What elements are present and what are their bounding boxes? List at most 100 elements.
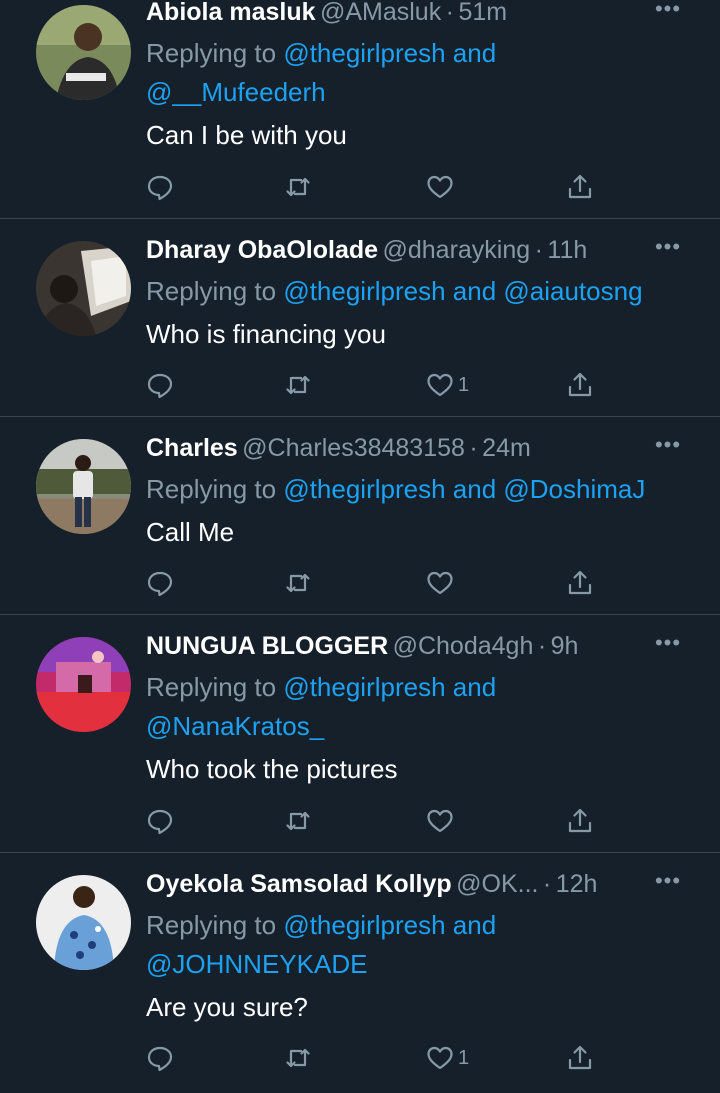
more-icon[interactable]: ••• [654,630,682,658]
retweet-button[interactable] [284,1043,312,1073]
more-icon[interactable]: ••• [654,234,682,262]
like-button[interactable] [426,806,458,836]
tweet[interactable]: Charles @Charles38483158 · 24m ••• Reply… [0,417,720,615]
replying-prefix: Replying to [146,474,284,504]
retweet-button[interactable] [284,172,312,202]
mention-link[interactable]: @thegirlpresh and [283,910,496,940]
reply-button[interactable] [146,806,174,836]
display-name[interactable]: NUNGUA BLOGGER [146,632,388,660]
mention-link[interactable]: @thegirlpresh and @DoshimaJ [283,474,645,504]
display-name[interactable]: Dharay ObaOlolade [146,236,378,264]
timestamp[interactable]: 9h [551,632,579,660]
separator-dot: · [537,632,547,660]
tweet-body: Oyekola Samsolad Kollyp @OK... · 12h •••… [146,868,690,1026]
share-button[interactable] [566,172,594,202]
display-name[interactable]: Charles [146,434,238,462]
tweet-header: Charles @Charles38483158 · 24m ••• [146,432,690,470]
more-icon[interactable]: ••• [654,0,682,24]
user-handle[interactable]: @Charles38483158 [242,434,465,462]
retweet-icon [286,573,310,593]
reply-icon [147,571,173,597]
replying-to: Replying to @thegirlpresh and @DoshimaJ [146,470,690,509]
reply-button[interactable] [146,172,174,202]
mention-link[interactable]: @JOHNNEYKADE [146,945,690,984]
user-handle[interactable]: @AMasluk [320,0,441,26]
tweet-header: Abiola masluk @AMasluk · 51m ••• [146,0,690,34]
heart-icon [427,809,453,833]
reply-button[interactable] [146,1043,174,1073]
mention-link[interactable]: @__Mufeederh [146,73,690,112]
like-button[interactable]: 1 [426,1043,469,1073]
tweet-header: Oyekola Samsolad Kollyp @OK... · 12h ••• [146,868,690,906]
mention-link[interactable]: @thegirlpresh and @aiautosng [283,276,642,306]
reply-icon [147,373,173,399]
mention-link[interactable]: @thegirlpresh and [283,672,496,702]
separator-dot: · [542,870,552,898]
avatar-image [36,241,131,336]
avatar[interactable] [36,875,131,970]
timestamp[interactable]: 51m [458,0,507,26]
like-button[interactable]: 1 [426,370,469,400]
share-button[interactable] [566,370,594,400]
share-button[interactable] [566,568,594,598]
tweet-actions [146,172,592,202]
reply-icon [147,809,173,835]
retweet-icon [286,1048,310,1068]
heart-icon [427,175,453,199]
tweet[interactable]: Dharay ObaOlolade @dharayking · 11h ••• … [0,219,720,417]
avatar-image [36,5,131,100]
avatar[interactable] [36,241,131,336]
retweet-icon [286,375,310,395]
tweet-text: Who is financing you [146,319,386,349]
share-button[interactable] [566,1043,594,1073]
retweet-icon [286,811,310,831]
tweet-body: Dharay ObaOlolade @dharayking · 11h ••• … [146,234,690,353]
more-icon[interactable]: ••• [654,432,682,460]
replying-prefix: Replying to [146,38,284,68]
avatar-image [36,439,131,534]
tweet-actions [146,568,592,598]
tweet[interactable]: Oyekola Samsolad Kollyp @OK... · 12h •••… [0,853,720,1093]
user-handle[interactable]: @OK... [456,870,538,898]
timestamp[interactable]: 12h [556,870,598,898]
timestamp[interactable]: 24m [482,434,531,462]
retweet-button[interactable] [284,370,312,400]
retweet-button[interactable] [284,806,312,836]
retweet-button[interactable] [284,568,312,598]
tweet-text: Who took the pictures [146,754,398,784]
share-icon [568,570,592,595]
reply-icon [147,1046,173,1072]
avatar[interactable] [36,439,131,534]
tweet[interactable]: Abiola masluk @AMasluk · 51m ••• Replyin… [0,0,720,219]
display-name[interactable]: Abiola masluk [146,0,316,26]
mention-link[interactable]: @NanaKratos_ [146,707,690,746]
like-count: 1 [458,1046,470,1069]
reply-button[interactable] [146,370,174,400]
mention-link[interactable]: @thegirlpresh and [283,38,496,68]
user-handle[interactable]: @Choda4gh [393,632,534,660]
more-icon[interactable]: ••• [654,868,682,896]
display-name[interactable]: Oyekola Samsolad Kollyp [146,870,452,898]
tweet-text: Are you sure? [146,992,308,1022]
avatar[interactable] [36,5,131,100]
tweet-body: Charles @Charles38483158 · 24m ••• Reply… [146,432,690,551]
tweet-actions [146,806,592,836]
replying-prefix: Replying to [146,276,284,306]
share-icon [568,372,592,397]
tweet[interactable]: NUNGUA BLOGGER @Choda4gh · 9h ••• Replyi… [0,615,720,853]
reply-icon [147,175,173,201]
like-button[interactable] [426,172,458,202]
replying-to: Replying to @thegirlpresh and [146,668,690,707]
share-icon [568,1045,592,1070]
share-button[interactable] [566,806,594,836]
reply-button[interactable] [146,568,174,598]
timestamp[interactable]: 11h [547,236,587,264]
heart-icon [427,571,453,595]
tweet-body: NUNGUA BLOGGER @Choda4gh · 9h ••• Replyi… [146,630,690,788]
avatar[interactable] [36,637,131,732]
like-count: 1 [458,373,470,396]
separator-dot: · [534,236,543,264]
like-button[interactable] [426,568,458,598]
user-handle[interactable]: @dharayking [382,236,530,264]
tweet-text: Can I be with you [146,120,347,150]
